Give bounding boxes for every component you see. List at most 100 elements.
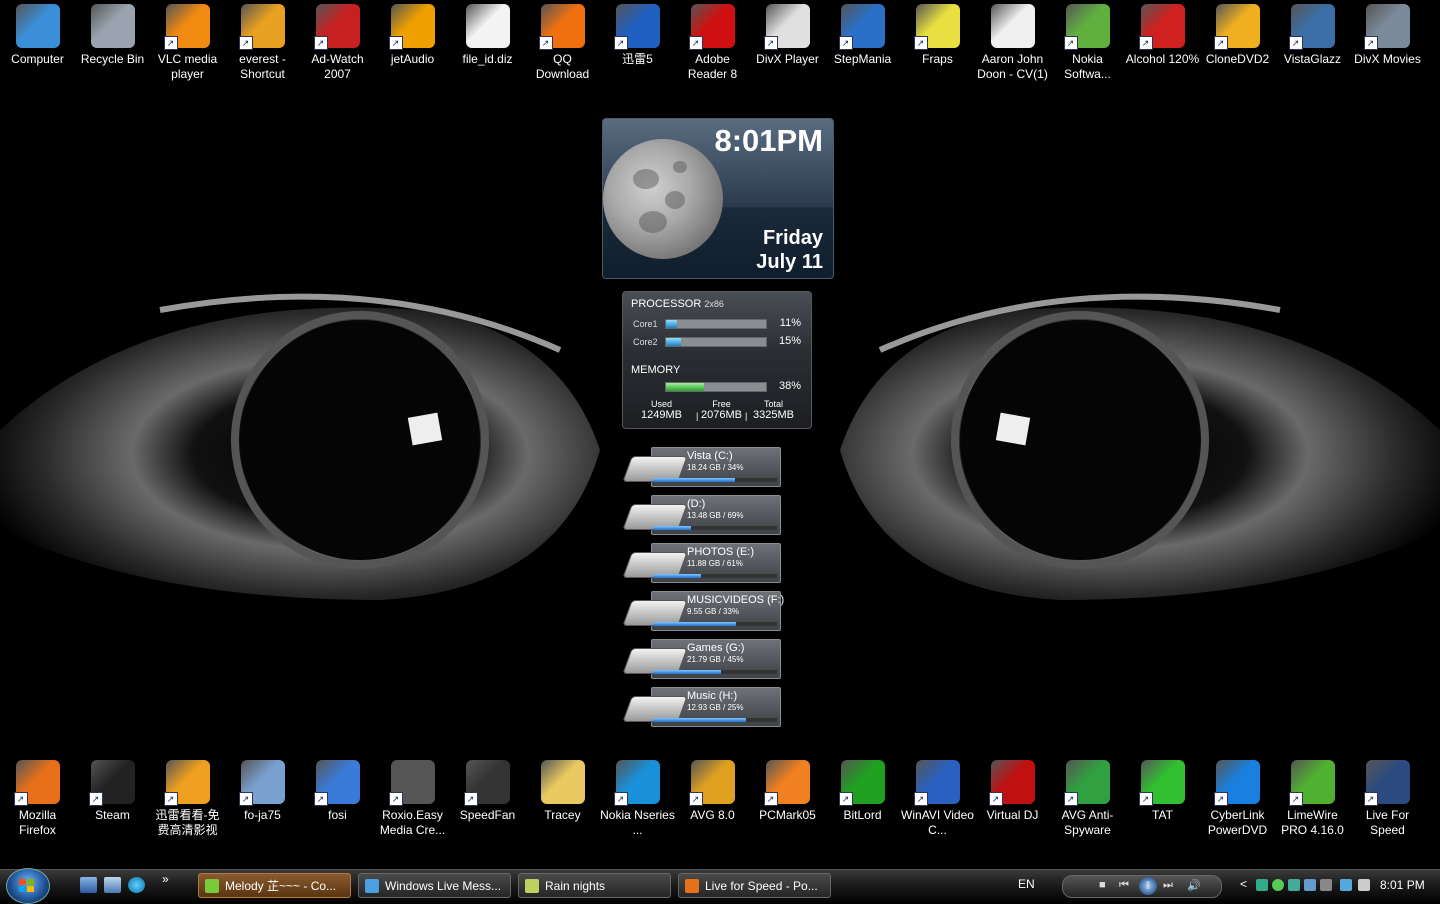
drive-item[interactable]: (D:) 13.48 GB / 69% [622, 495, 781, 535]
connection-tray-icon[interactable] [1340, 879, 1352, 891]
desktop-icon-tat[interactable]: ↗ TAT [1125, 758, 1200, 846]
skype-icon[interactable] [128, 877, 145, 893]
desktop-icon-qq-download[interactable]: ↗ QQ Download [525, 2, 600, 90]
desktop-icon-jetaudio[interactable]: ↗ jetAudio [375, 2, 450, 90]
desktop-icon-clonedvd2[interactable]: ↗ CloneDVD2 [1200, 2, 1275, 90]
app-icon: ↗ [688, 760, 735, 806]
app-icon: ↗ [1138, 4, 1185, 50]
desktop-icon-live-for-speed[interactable]: ↗ Live For Speed [1350, 758, 1425, 846]
shortcut-arrow-icon: ↗ [763, 36, 778, 50]
memory-bar [665, 382, 767, 392]
desktop-icon-fosi[interactable]: ↗ fosi [300, 758, 375, 846]
desktop-icon-label: VistaGlazz [1283, 52, 1342, 66]
show-desktop-icon[interactable] [80, 877, 97, 893]
drive-item[interactable]: Vista (C:) 18.24 GB / 34% [622, 447, 781, 487]
desktop-icon-tracey[interactable]: Tracey [525, 758, 600, 846]
desktop-icon-divx-player[interactable]: ↗ DivX Player [750, 2, 825, 90]
shortcut-arrow-icon: ↗ [1063, 792, 1078, 806]
update-tray-icon[interactable] [1320, 879, 1332, 891]
desktop-icon-label: Roxio.Easy Media Cre... [379, 808, 446, 837]
desktop-icon-label: BitLord [843, 808, 882, 822]
desktop-icon-divx-movies[interactable]: ↗ DivX Movies [1350, 2, 1425, 90]
desktop-icon-n2[interactable]: ↗ 迅雷看看-免费高清影视 [150, 758, 225, 846]
antivirus-tray-icon[interactable] [1304, 879, 1316, 891]
switch-windows-icon[interactable] [104, 877, 121, 893]
desktop-icon-recycle-bin[interactable]: Recycle Bin [75, 2, 150, 90]
clock-gadget[interactable]: 8:01PM Friday July 11 [602, 118, 834, 279]
quicklaunch-more-button[interactable]: » [162, 872, 169, 886]
desktop-icon-nokia-softwa[interactable]: ↗ Nokia Softwa... [1050, 2, 1125, 90]
language-indicator[interactable]: EN [1018, 877, 1035, 891]
memory-used-label: Used [650, 399, 672, 409]
tray-collapse-button[interactable]: < [1240, 877, 1247, 891]
desktop-icon-stepmania[interactable]: ↗ StepMania [825, 2, 900, 90]
desktop-icon-ad-watch-2007[interactable]: ↗ Ad-Watch 2007 [300, 2, 375, 90]
app-icon: ↗ [1213, 4, 1260, 50]
desktop-icon-fo-ja75[interactable]: ↗ fo-ja75 [225, 758, 300, 846]
processor-heading: PROCESSOR 2x86 [631, 298, 724, 310]
clock-time: 8:01PM [714, 123, 823, 158]
desktop-icon-vlc-media-player[interactable]: ↗ VLC media player [150, 2, 225, 90]
volume-icon[interactable]: 🔊 [1187, 879, 1201, 892]
stop-icon[interactable]: ■ [1099, 879, 1106, 891]
drive-name: Games (G:) [687, 642, 745, 654]
drive-info: 21.79 GB / 45% [687, 655, 744, 664]
messenger-tray-icon[interactable] [1272, 879, 1284, 891]
desktop-icon-5[interactable]: ↗ 迅雷5 [600, 2, 675, 90]
desktop-icon-bitlord[interactable]: ↗ BitLord [825, 758, 900, 846]
app-icon [540, 760, 585, 804]
taskbar-window-button[interactable]: Live for Speed - Po... [678, 873, 831, 898]
desktop-icon-winavi-video-c[interactable]: ↗ WinAVI Video C... [900, 758, 975, 846]
desktop-icon-file-id-diz[interactable]: file_id.diz [450, 2, 525, 90]
drive-item[interactable]: Games (G:) 21.79 GB / 45% [622, 639, 781, 679]
desktop-icon-computer[interactable]: Computer [0, 2, 75, 90]
media-player-toolbar[interactable]: ■ ⏮ ‖ ⏭ 🔊 [1062, 875, 1222, 898]
desktop-icon-label: AVG 8.0 [690, 808, 735, 822]
pause-icon[interactable]: ‖ [1139, 877, 1157, 895]
desktop-icon-avg-anti-spyware[interactable]: ↗ AVG Anti-Spyware [1050, 758, 1125, 846]
previous-icon[interactable]: ⏮ [1119, 879, 1129, 892]
cpu-meter-gadget[interactable]: PROCESSOR 2x86 Core1 11% Core2 15% MEMOR… [622, 291, 812, 429]
taskbar-clock[interactable]: 8:01 PM [1380, 878, 1425, 892]
shortcut-arrow-icon: ↗ [913, 36, 928, 50]
core1-label: Core1 [633, 319, 658, 329]
desktop-icon-steam[interactable]: ↗ Steam [75, 758, 150, 846]
desktop-icon-pcmark05[interactable]: ↗ PCMark05 [750, 758, 825, 846]
speaker-tray-icon[interactable] [1358, 879, 1370, 891]
shortcut-arrow-icon: ↗ [688, 36, 703, 50]
desktop-icon-alcohol-120[interactable]: ↗ Alcohol 120% [1125, 2, 1200, 90]
desktop-icon-label: StepMania [833, 52, 892, 66]
network-tray-icon[interactable] [1256, 879, 1268, 891]
desktop-icon-label: SpeedFan [459, 808, 516, 822]
drive-item[interactable]: MUSICVIDEOS (F:) 9.55 GB / 33% [622, 591, 785, 631]
memory-free: Free 2076MB [701, 399, 742, 421]
drive-item[interactable]: Music (H:) 12.93 GB / 25% [622, 687, 781, 727]
shortcut-arrow-icon: ↗ [388, 792, 403, 806]
desktop-icon-virtual-dj[interactable]: ↗ Virtual DJ [975, 758, 1050, 846]
app-icon: ↗ [163, 4, 210, 50]
taskbar-window-button[interactable]: Melody 芷~~~ - Co... [198, 873, 351, 898]
drive-item[interactable]: PHOTOS (E:) 11.88 GB / 61% [622, 543, 781, 583]
desktop-icon-avg-8-0[interactable]: ↗ AVG 8.0 [675, 758, 750, 846]
desktop-icon-vistaglazz[interactable]: ↗ VistaGlazz [1275, 2, 1350, 90]
desktop-icon-speedfan[interactable]: ↗ SpeedFan [450, 758, 525, 846]
desktop-icon-adobe-reader-8[interactable]: ↗ Adobe Reader 8 [675, 2, 750, 90]
desktop-icon-fraps[interactable]: ↗ Fraps [900, 2, 975, 90]
taskbar-window-button[interactable]: Rain nights [518, 873, 671, 898]
drive-name: MUSICVIDEOS (F:) [687, 594, 785, 606]
desktop-icon-mozilla-firefox[interactable]: ↗ Mozilla Firefox [0, 758, 75, 846]
app-icon: ↗ [688, 4, 735, 50]
shortcut-arrow-icon: ↗ [838, 36, 853, 50]
memory-heading: MEMORY [631, 364, 681, 376]
start-button[interactable] [6, 868, 50, 904]
desktop-icon-limewire-pro-4-16-0[interactable]: ↗ LimeWire PRO 4.16.0 [1275, 758, 1350, 846]
desktop-icon-everest-shortcut[interactable]: ↗ everest - Shortcut [225, 2, 300, 90]
window-app-icon [685, 879, 699, 893]
next-icon[interactable]: ⏭ [1163, 879, 1173, 892]
desktop-icon-aaron-john-doon-cv-1[interactable]: Aaron John Doon - CV(1) [975, 2, 1050, 90]
nokia-tray-icon[interactable] [1288, 879, 1300, 891]
taskbar-window-button[interactable]: Windows Live Mess... [358, 873, 511, 898]
desktop-icon-nokia-nseries[interactable]: ↗ Nokia Nseries ... [600, 758, 675, 846]
desktop-icon-cyberlink-powerdvd[interactable]: ↗ CyberLink PowerDVD [1200, 758, 1275, 846]
desktop-icon-roxio-easy-media-cre[interactable]: ↗ Roxio.Easy Media Cre... [375, 758, 450, 846]
